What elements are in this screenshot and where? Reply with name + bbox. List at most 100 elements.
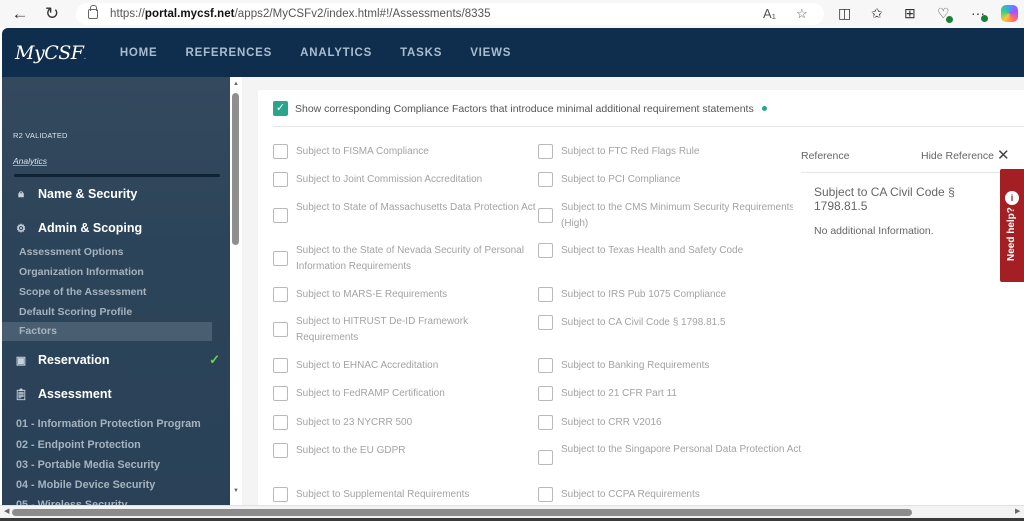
- factor-item[interactable]: Subject to IRS Pub 1075 Compliance: [538, 287, 801, 303]
- reference-heading: Subject to CA Civil Code § 1798.81.5: [814, 185, 955, 213]
- copilot-icon[interactable]: [1001, 5, 1018, 22]
- factor-item[interactable]: Subject to CCPA Requirements: [538, 487, 801, 503]
- status-badge: [946, 16, 953, 23]
- sidebar-section-reservation[interactable]: ▣ Reservation ✓: [14, 352, 220, 367]
- scroll-left-icon[interactable]: ◀: [4, 507, 9, 515]
- reference-info: No additional Information.: [814, 225, 934, 237]
- sidebar-domain-01[interactable]: 01 - Information Protection Program: [16, 418, 201, 430]
- factor-item[interactable]: Subject to CA Civil Code § 1798.81.5: [538, 315, 801, 331]
- address-bar[interactable]: https://portal.mycsf.net/apps2/MyCSFv2/i…: [76, 3, 824, 25]
- sidebar-domain-02[interactable]: 02 - Endpoint Protection: [16, 439, 141, 451]
- factor-checkbox[interactable]: [273, 443, 288, 458]
- factor-checkbox[interactable]: [273, 358, 288, 373]
- factor-checkbox[interactable]: [538, 144, 553, 159]
- horizontal-scroll-thumb[interactable]: [12, 509, 912, 516]
- factor-checkbox[interactable]: [538, 315, 553, 330]
- need-help-tab[interactable]: i Need help?: [1000, 169, 1024, 282]
- nav-views[interactable]: VIEWS: [470, 47, 511, 59]
- factor-checkbox[interactable]: [538, 243, 553, 258]
- horizontal-scrollbar[interactable]: ◀ ▶: [0, 505, 1024, 518]
- sidebar-domain-04[interactable]: 04 - Mobile Device Security: [16, 479, 155, 491]
- analytics-link[interactable]: Analytics: [13, 156, 47, 166]
- factor-item[interactable]: Subject to EHNAC Accreditation: [273, 358, 536, 374]
- sidebar-section-admin-scoping[interactable]: ⚙ Admin & Scoping: [14, 221, 220, 235]
- factor-item[interactable]: Subject to Texas Health and Safety Code: [538, 243, 801, 259]
- factor-item[interactable]: Subject to 21 CFR Part 11: [538, 386, 801, 402]
- mycsf-logo[interactable]: MyCSF.: [15, 42, 86, 64]
- factor-checkbox[interactable]: [538, 450, 553, 465]
- hide-reference-link[interactable]: Hide Reference: [921, 150, 994, 162]
- sidebar-item-factors[interactable]: Factors: [2, 322, 212, 341]
- sidebar-section-name-security[interactable]: 🔒︎ Name & Security: [14, 187, 220, 201]
- factor-item[interactable]: Subject to PCI Compliance: [538, 172, 801, 188]
- factor-checkbox[interactable]: [273, 386, 288, 401]
- url-text[interactable]: https://portal.mycsf.net/apps2/MyCSFv2/i…: [110, 8, 491, 20]
- sidebar-scroll-thumb[interactable]: [232, 93, 239, 245]
- sidebar-item-organization-information[interactable]: Organization Information: [19, 266, 144, 278]
- reference-title: Reference: [801, 150, 850, 162]
- nav-home[interactable]: HOME: [120, 47, 158, 59]
- factor-checkbox[interactable]: [538, 487, 553, 502]
- nav-analytics[interactable]: ANALYTICS: [300, 47, 372, 59]
- read-aloud-icon[interactable]: A₁: [763, 6, 776, 21]
- factor-item[interactable]: Subject to FTC Red Flags Rule: [538, 144, 801, 160]
- factor-item[interactable]: Subject to the CMS Minimum Security Requ…: [538, 200, 811, 232]
- factor-checkbox[interactable]: [273, 251, 288, 266]
- factor-checkbox[interactable]: [273, 415, 288, 430]
- factor-label: Subject to 21 CFR Part 11: [561, 388, 677, 399]
- factor-checkbox[interactable]: [273, 287, 288, 302]
- factor-item[interactable]: Subject to Supplemental Requirements: [273, 487, 536, 503]
- factor-item[interactable]: Subject to the State of Nevada Security …: [273, 243, 536, 275]
- factor-item[interactable]: Subject to 23 NYCRR 500: [273, 415, 536, 431]
- factor-checkbox[interactable]: [538, 358, 553, 373]
- sidebar-domain-03[interactable]: 03 - Portable Media Security: [16, 459, 160, 471]
- favorites-icon[interactable]: ✩: [871, 5, 883, 22]
- factor-checkbox[interactable]: [273, 172, 288, 187]
- split-screen-icon[interactable]: ◫: [838, 5, 851, 22]
- factor-item[interactable]: Subject to FedRAMP Certification: [273, 386, 536, 402]
- factor-item[interactable]: Subject to State of Massachusetts Data P…: [273, 200, 536, 223]
- factor-checkbox[interactable]: [538, 172, 553, 187]
- scroll-down-icon[interactable]: ▼: [233, 488, 239, 494]
- sidebar-section-label: Assessment: [38, 387, 112, 401]
- reload-icon[interactable]: ↻: [39, 2, 65, 26]
- factor-item[interactable]: Subject to MARS-E Requirements: [273, 287, 536, 303]
- sidebar-section-assessment[interactable]: 📋︎ Assessment: [14, 387, 220, 401]
- collections-icon[interactable]: ⊞: [904, 5, 916, 22]
- factor-checkbox[interactable]: [538, 287, 553, 302]
- sidebar-item-scope-assessment[interactable]: Scope of the Assessment: [19, 286, 146, 298]
- browser-toolbar: ← ↻ https://portal.mycsf.net/apps2/MyCSF…: [0, 0, 1024, 28]
- checkbox-checked[interactable]: ✓: [273, 101, 288, 116]
- factor-label: Subject to FedRAMP Certification: [296, 388, 445, 399]
- sidebar-item-assessment-options[interactable]: Assessment Options: [19, 246, 123, 258]
- favorite-star-icon[interactable]: ☆: [796, 6, 808, 22]
- app-top-nav: MyCSF. HOME REFERENCES ANALYTICS TASKS V…: [2, 28, 1024, 77]
- factor-item[interactable]: Subject to the Singapore Personal Data P…: [538, 442, 811, 465]
- nav-references[interactable]: REFERENCES: [186, 47, 273, 59]
- factor-label: Subject to the Singapore Personal Data P…: [561, 444, 802, 455]
- close-icon[interactable]: ✕: [997, 146, 1010, 164]
- factor-checkbox[interactable]: [538, 415, 553, 430]
- factor-item[interactable]: Subject to Joint Commission Accreditatio…: [273, 172, 536, 188]
- lock-icon[interactable]: [88, 5, 98, 19]
- factor-checkbox[interactable]: [273, 322, 288, 337]
- sidebar-scrollbar[interactable]: ▲ ▼: [230, 77, 242, 505]
- show-compliance-factors-toggle[interactable]: ✓ Show corresponding Compliance Factors …: [273, 101, 767, 116]
- sidebar-item-default-scoring-profile[interactable]: Default Scoring Profile: [19, 306, 132, 318]
- factor-item[interactable]: Subject to CRR V2016: [538, 415, 801, 431]
- nav-tasks[interactable]: TASKS: [400, 47, 442, 59]
- scroll-right-icon[interactable]: ▶: [1015, 507, 1020, 515]
- factor-item[interactable]: Subject to Banking Requirements: [538, 358, 801, 374]
- scroll-up-icon[interactable]: ▲: [233, 81, 239, 87]
- factor-checkbox[interactable]: [273, 487, 288, 502]
- factor-checkbox[interactable]: [273, 208, 288, 223]
- factor-label: Subject to Banking Requirements: [561, 360, 710, 371]
- factor-checkbox[interactable]: [538, 208, 553, 223]
- factor-item[interactable]: Subject to FISMA Compliance: [273, 144, 536, 160]
- back-icon[interactable]: ←: [7, 2, 33, 26]
- factor-item[interactable]: Subject to HITRUST De-ID Framework Requi…: [273, 314, 496, 346]
- factor-checkbox[interactable]: [538, 386, 553, 401]
- factor-label: Subject to Joint Commission Accreditatio…: [296, 174, 483, 185]
- factor-checkbox[interactable]: [273, 144, 288, 159]
- factor-item[interactable]: Subject to the EU GDPR: [273, 443, 536, 459]
